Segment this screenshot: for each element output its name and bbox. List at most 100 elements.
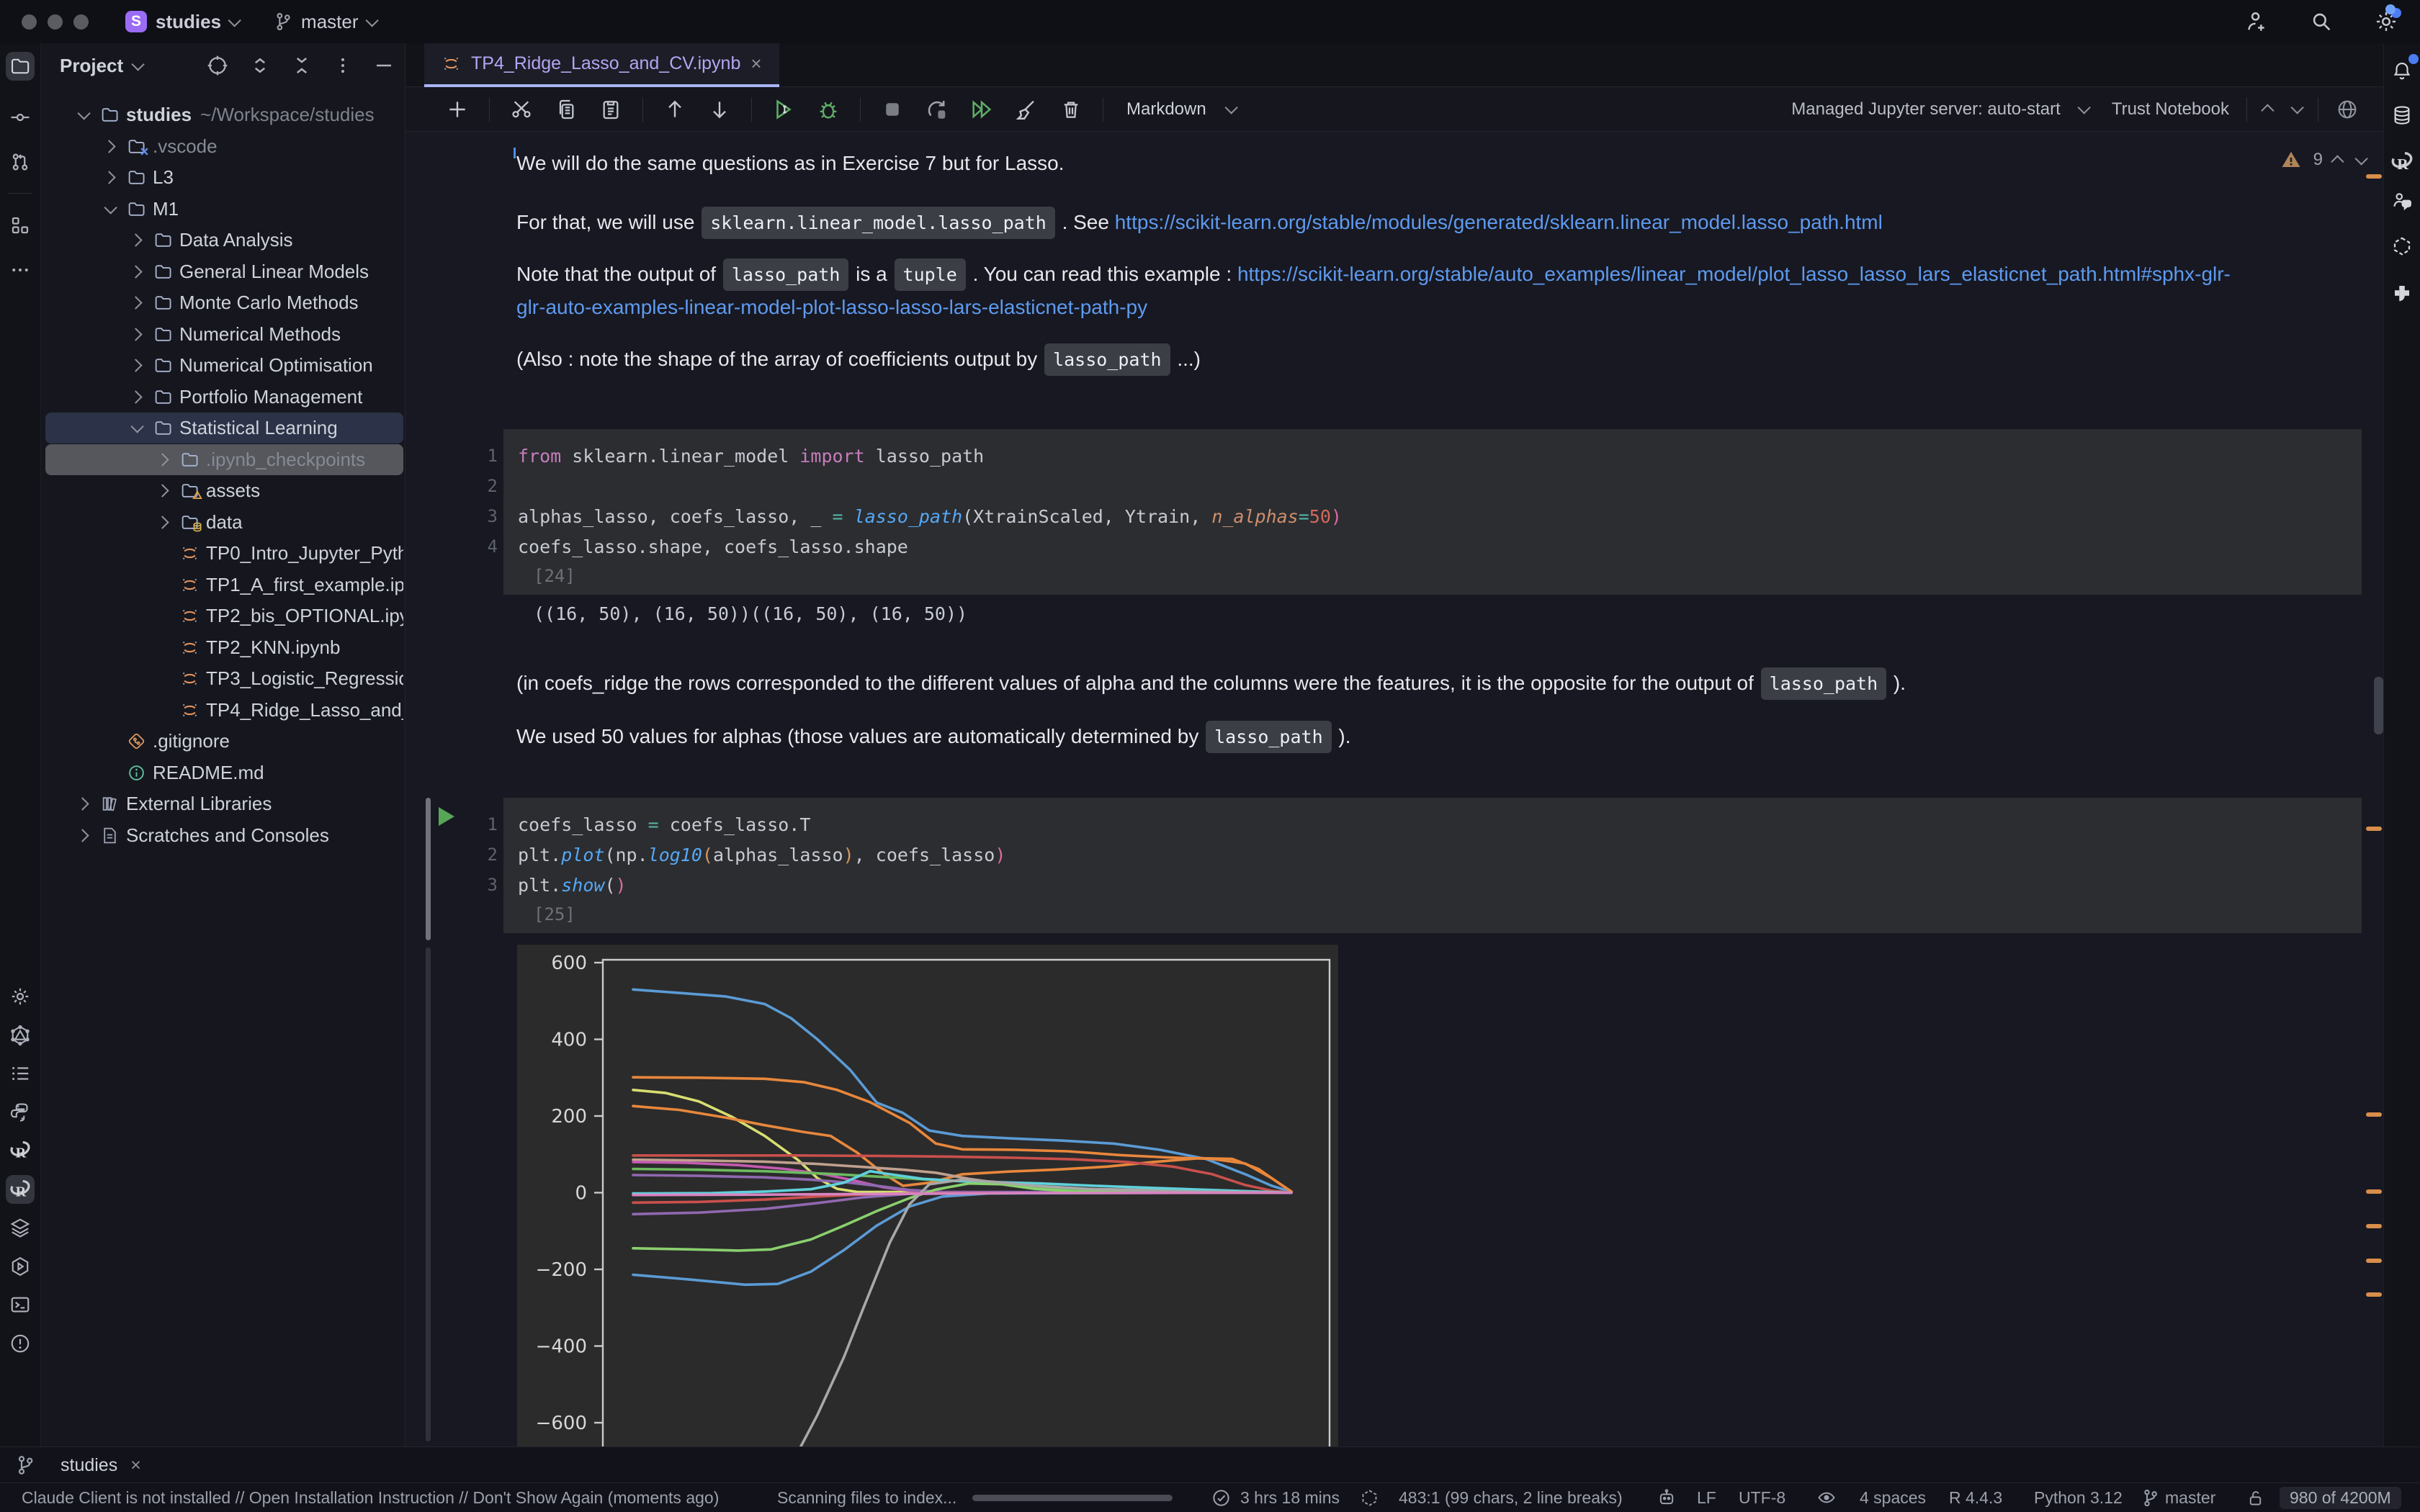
project-panel-title[interactable]: Project bbox=[60, 55, 123, 77]
branch-name[interactable]: master bbox=[301, 11, 358, 33]
encoding[interactable]: UTF-8 bbox=[1739, 1483, 1785, 1512]
cut-cell-icon[interactable] bbox=[508, 96, 534, 122]
chevron-right-icon[interactable] bbox=[95, 142, 122, 151]
code-line[interactable]: 4coefs_lasso.shape, coefs_lasso.shape bbox=[518, 531, 2362, 562]
chevron-right-icon[interactable] bbox=[122, 330, 149, 339]
commit-icon[interactable] bbox=[6, 103, 35, 132]
notebook-editor[interactable]: 9 We will do the same questions as in Ex… bbox=[405, 132, 2383, 1447]
chevron-down-icon[interactable] bbox=[2077, 101, 2090, 114]
more-options-icon[interactable] bbox=[333, 55, 353, 76]
hyperlink[interactable]: https://scikit-learn.org/stable/auto_exa… bbox=[1237, 263, 2231, 285]
chevron-down-icon[interactable] bbox=[228, 14, 241, 27]
cell-type-dropdown[interactable]: Markdown bbox=[1126, 99, 1206, 120]
search-icon[interactable] bbox=[2308, 8, 2335, 35]
line-ending[interactable]: LF bbox=[1697, 1483, 1716, 1512]
jupyter-server-label[interactable]: Managed Jupyter server: auto-start bbox=[1791, 99, 2061, 120]
database-icon[interactable] bbox=[2388, 101, 2416, 130]
tree-item--ipynb-checkpoints[interactable]: .ipynb_checkpoints bbox=[45, 444, 403, 475]
r-tools-icon[interactable]: R bbox=[6, 1175, 35, 1204]
code-line[interactable]: 2plt.plot(np.log10(alphas_lasso), coefs_… bbox=[518, 840, 2362, 870]
chevron-down-icon[interactable] bbox=[122, 423, 149, 433]
r-icon[interactable]: R bbox=[2388, 148, 2416, 176]
prev-cell-icon[interactable] bbox=[2261, 104, 2274, 117]
layers-icon[interactable] bbox=[6, 1213, 35, 1242]
chevron-right-icon[interactable] bbox=[68, 831, 96, 840]
notifications-icon[interactable] bbox=[2388, 56, 2416, 85]
indent-setting[interactable]: 4 spaces bbox=[1860, 1483, 1926, 1512]
move-cell-up-icon[interactable] bbox=[662, 96, 688, 122]
tree-item-m1[interactable]: M1 bbox=[45, 194, 403, 225]
pull-request-icon[interactable] bbox=[6, 148, 35, 176]
code-cell-cell2[interactable]: 1coefs_lasso = coefs_lasso.T2plt.plot(np… bbox=[503, 798, 2362, 933]
chevron-down-icon[interactable] bbox=[95, 204, 122, 214]
tree-item-numerical-methods[interactable]: Numerical Methods bbox=[45, 319, 403, 350]
structure-icon[interactable] bbox=[6, 211, 35, 240]
debug-cell-icon[interactable] bbox=[815, 96, 841, 122]
tree-item-monte-carlo-methods[interactable]: Monte Carlo Methods bbox=[45, 287, 403, 318]
tree-item-l3[interactable]: L3 bbox=[45, 162, 403, 193]
trust-notebook-button[interactable]: Trust Notebook bbox=[2112, 99, 2229, 120]
gear-icon[interactable] bbox=[6, 982, 35, 1011]
tree-item-tp4-ridge-lasso-and-cv-i[interactable]: TP4_Ridge_Lasso_and_CV.i bbox=[45, 695, 403, 726]
graphql-icon[interactable] bbox=[6, 1021, 35, 1050]
reader-mode-icon[interactable] bbox=[1816, 1483, 1837, 1512]
editor-scrollbar-thumb[interactable] bbox=[2374, 677, 2383, 734]
r-console-icon[interactable]: R bbox=[6, 1136, 35, 1165]
hyperlink[interactable]: glr-auto-examples-linear-model-plot-lass… bbox=[516, 296, 1147, 318]
r-version[interactable]: R 4.4.3 bbox=[1949, 1483, 2002, 1512]
chevron-right-icon[interactable] bbox=[148, 518, 176, 527]
next-problem-icon[interactable] bbox=[2354, 152, 2367, 165]
python-version[interactable]: Python 3.12 bbox=[2034, 1483, 2123, 1512]
chevron-right-icon[interactable] bbox=[122, 267, 149, 276]
tab-notebook[interactable]: TP4_Ridge_Lasso_and_CV.ipynb × bbox=[424, 43, 779, 87]
hide-panel-icon[interactable] bbox=[373, 55, 395, 76]
terminal-icon[interactable] bbox=[6, 1290, 35, 1319]
status-notice[interactable]: Claude Client is not installed // Open I… bbox=[22, 1483, 719, 1512]
tree-item-tp0-intro-jupyter-python-ip[interactable]: TP0_Intro_Jupyter_Python.ip bbox=[45, 538, 403, 569]
chevron-right-icon[interactable] bbox=[95, 173, 122, 182]
add-cell-icon[interactable] bbox=[444, 96, 470, 122]
clear-outputs-icon[interactable] bbox=[1013, 96, 1039, 122]
caret-position[interactable]: 483:1 (99 chars, 2 line breaks) bbox=[1399, 1483, 1623, 1512]
tree-item--vscode[interactable]: .vscode bbox=[45, 131, 403, 162]
delete-cell-icon[interactable] bbox=[1058, 96, 1084, 122]
branch-icon[interactable] bbox=[2141, 1483, 2160, 1512]
memory-indicator[interactable]: 980 of 4200M bbox=[2280, 1483, 2401, 1512]
tree-item-numerical-optimisation[interactable]: Numerical Optimisation bbox=[45, 350, 403, 381]
collapse-all-icon[interactable] bbox=[291, 55, 313, 76]
tree-item-portfolio-management[interactable]: Portfolio Management bbox=[45, 382, 403, 413]
more-icon[interactable] bbox=[6, 256, 35, 284]
code-line[interactable]: 2 bbox=[518, 471, 2362, 501]
code-line[interactable]: 1coefs_lasso = coefs_lasso.T bbox=[518, 809, 2362, 840]
tree-item-tp1-a-first-example-ipynb[interactable]: TP1_A_first_example.ipynb bbox=[45, 570, 403, 600]
tree-item-statistical-learning[interactable]: Statistical Learning bbox=[45, 413, 403, 444]
chevron-down-icon[interactable] bbox=[68, 110, 96, 120]
dependencies-icon[interactable] bbox=[2388, 232, 2416, 261]
chevron-down-icon[interactable] bbox=[132, 58, 145, 71]
hexagon-icon[interactable] bbox=[1360, 1483, 1379, 1512]
tree-item--gitignore[interactable]: .gitignore bbox=[45, 726, 403, 757]
chevron-right-icon[interactable] bbox=[148, 486, 176, 495]
status-branch[interactable]: master bbox=[2165, 1483, 2215, 1512]
session-time[interactable]: 3 hrs 18 mins bbox=[1240, 1483, 1340, 1512]
ai-chat-icon[interactable] bbox=[2388, 186, 2416, 215]
hyperlink[interactable]: https://scikit-learn.org/stable/modules/… bbox=[1115, 211, 1883, 233]
services-icon[interactable] bbox=[6, 1252, 35, 1281]
window-close-icon[interactable] bbox=[22, 14, 37, 30]
project-name[interactable]: studies bbox=[156, 11, 221, 33]
tool-window-tab-studies[interactable]: studies × bbox=[60, 1455, 141, 1476]
code-line[interactable]: 3alphas_lasso, coefs_lasso, _ = lasso_pa… bbox=[518, 501, 2362, 531]
check-circle-icon[interactable] bbox=[1211, 1483, 1231, 1512]
problems-icon[interactable] bbox=[6, 1329, 35, 1358]
tree-item-external-libraries[interactable]: External Libraries bbox=[45, 788, 403, 819]
run-cell-gutter-icon[interactable] bbox=[439, 807, 454, 826]
run-cell-icon[interactable] bbox=[771, 96, 797, 122]
code-line[interactable]: 1from sklearn.linear_model import lasso_… bbox=[518, 441, 2362, 471]
chevron-right-icon[interactable] bbox=[122, 392, 149, 402]
stop-kernel-icon[interactable] bbox=[879, 96, 905, 122]
chevron-down-icon[interactable] bbox=[365, 14, 378, 27]
tree-item-tp3-logistic-regression-ar[interactable]: TP3_Logistic_Regression_ar bbox=[45, 663, 403, 694]
code-cell-cell1[interactable]: 1from sklearn.linear_model import lasso_… bbox=[503, 429, 2362, 595]
project-icon[interactable] bbox=[6, 52, 35, 81]
todo-icon[interactable] bbox=[6, 1059, 35, 1088]
